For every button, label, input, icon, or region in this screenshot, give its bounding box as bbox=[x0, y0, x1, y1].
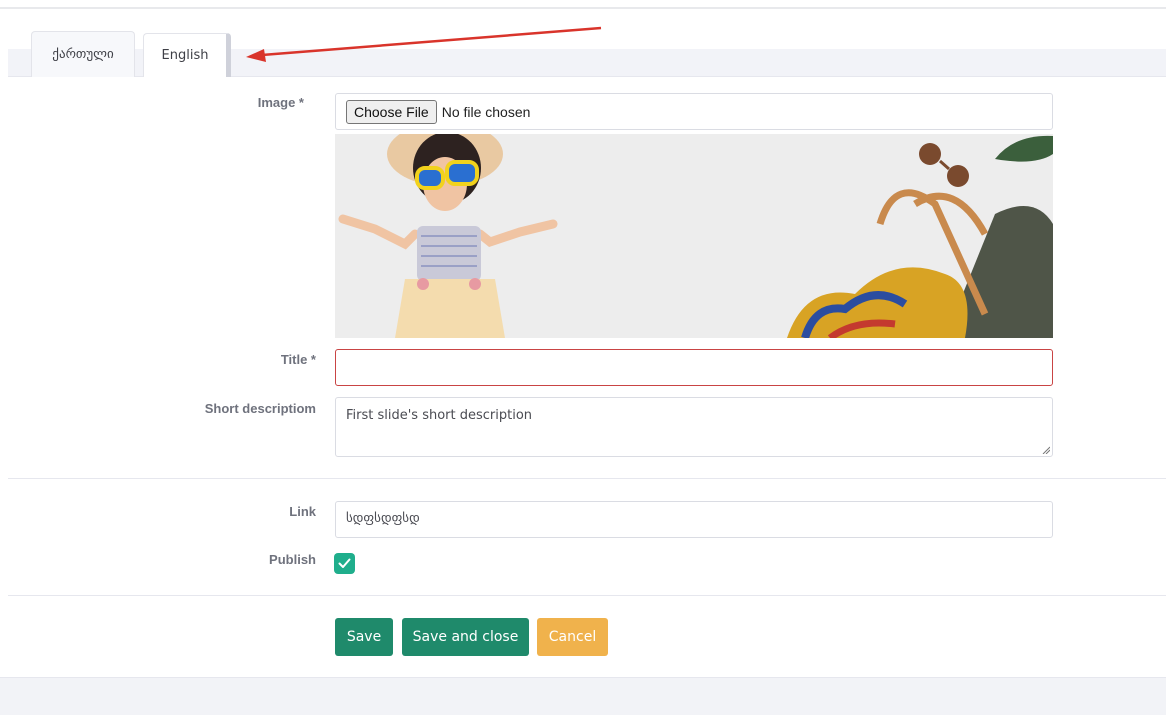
choose-file-button[interactable]: Choose File bbox=[346, 99, 437, 124]
top-divider bbox=[0, 7, 1166, 9]
page-footer bbox=[0, 677, 1166, 715]
file-status-text: No file chosen bbox=[441, 103, 531, 120]
tab-english[interactable]: English bbox=[143, 33, 231, 77]
publish-checkbox[interactable] bbox=[334, 553, 355, 574]
link-input[interactable]: სდფსდფსდ bbox=[335, 501, 1053, 538]
tab-label: English bbox=[161, 48, 209, 63]
tab-label: ქართული bbox=[52, 47, 114, 62]
publish-label: Publish bbox=[269, 552, 316, 567]
short-description-textarea[interactable]: First slide's short description bbox=[335, 397, 1053, 457]
section-divider bbox=[8, 478, 1166, 479]
image-file-field: Choose File No file chosen bbox=[335, 93, 1053, 130]
tab-georgian[interactable]: ქართული bbox=[31, 31, 135, 77]
save-button[interactable]: Save bbox=[335, 618, 393, 656]
link-label: Link bbox=[289, 504, 316, 519]
title-label: Title * bbox=[280, 352, 316, 367]
save-and-close-button[interactable]: Save and close bbox=[402, 618, 529, 656]
section-divider bbox=[8, 595, 1166, 596]
short-description-label: Short descriptiom bbox=[204, 401, 316, 416]
image-label: Image * bbox=[257, 95, 304, 110]
short-description-text: First slide's short description bbox=[346, 408, 533, 423]
checkmark-icon bbox=[338, 558, 351, 568]
resize-handle-icon[interactable] bbox=[1042, 446, 1050, 454]
cancel-button[interactable]: Cancel bbox=[537, 618, 608, 656]
image-preview bbox=[335, 134, 1053, 338]
title-input[interactable] bbox=[335, 349, 1053, 386]
